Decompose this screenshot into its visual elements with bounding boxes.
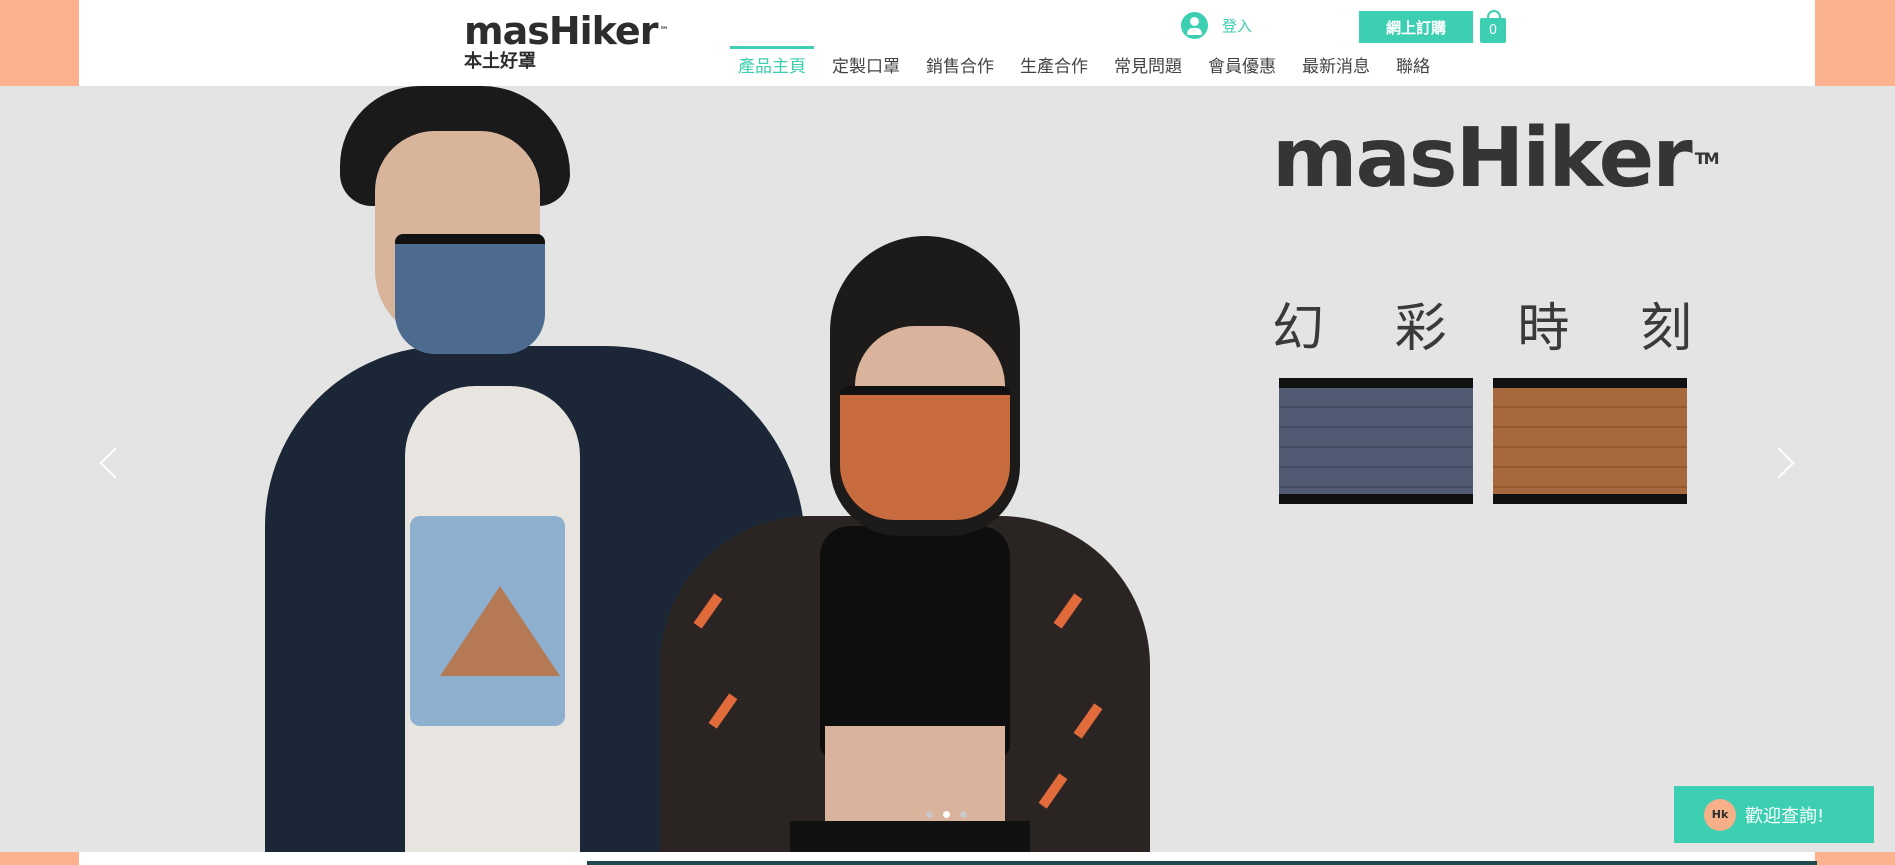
main-nav: 產品主頁 定製口罩 銷售合作 生產合作 常見問題 會員優惠 最新消息 聯絡 <box>730 46 1448 81</box>
nav-item-news[interactable]: 最新消息 <box>1294 46 1378 81</box>
slide-dot[interactable] <box>960 811 967 818</box>
chat-widget-button[interactable]: Hk 歡迎查詢! <box>1674 786 1874 843</box>
site-header: masHiker ™ 本土好罩 產品主頁 定製口罩 銷售合作 生產合作 常見問題 … <box>79 0 1815 86</box>
tagline-char: 時 <box>1517 299 1570 359</box>
tagline-char: 彩 <box>1394 299 1447 359</box>
logo-wordmark: masHiker <box>464 9 658 53</box>
bottom-strip <box>0 852 1895 865</box>
right-side-panel <box>1815 0 1895 86</box>
chat-logo-icon: Hk <box>1704 798 1736 831</box>
login-label: 登入 <box>1222 17 1253 35</box>
cart-count: 0 <box>1488 23 1498 38</box>
slide-next-icon[interactable] <box>1763 447 1795 479</box>
nav-item-sales-partnership[interactable]: 銷售合作 <box>918 46 1002 81</box>
slide-dot[interactable] <box>943 811 950 818</box>
slide-indicators <box>926 811 967 818</box>
nav-item-faq[interactable]: 常見問題 <box>1106 46 1190 81</box>
tagline-char: 刻 <box>1639 299 1692 359</box>
hero-brand-tm: TM <box>1694 149 1720 168</box>
login-button[interactable]: 登入 <box>1181 12 1252 39</box>
order-online-button[interactable]: 網上訂購 <box>1359 11 1473 43</box>
logo-trademark: ™ <box>659 26 668 36</box>
nav-item-contact[interactable]: 聯絡 <box>1388 46 1438 81</box>
tagline-char: 幻 <box>1272 299 1325 359</box>
mask-swatch-grey <box>1279 378 1473 504</box>
site-logo[interactable]: masHiker ™ 本土好罩 <box>464 9 668 72</box>
nav-item-products[interactable]: 產品主頁 <box>730 46 814 81</box>
left-side-panel <box>0 0 79 86</box>
slide-dot[interactable] <box>926 811 933 818</box>
chat-label: 歡迎查詢! <box>1745 805 1825 827</box>
hero-tagline: 幻 彩 時 刻 <box>1272 286 1692 361</box>
hero-brand-logo: masHiker TM <box>1272 118 1720 200</box>
mask-swatch-orange <box>1493 378 1687 504</box>
logo-subtitle: 本土好罩 <box>464 51 536 72</box>
cart-button[interactable]: 0 <box>1479 9 1507 43</box>
hero-brand-word: masHiker <box>1272 111 1693 206</box>
hero-slideshow: masHiker TM 幻 彩 時 刻 <box>0 86 1895 852</box>
slide-prev-icon[interactable] <box>99 447 131 479</box>
user-icon <box>1181 12 1208 39</box>
nav-item-custom-masks[interactable]: 定製口罩 <box>824 46 908 81</box>
nav-item-production-partnership[interactable]: 生產合作 <box>1012 46 1096 81</box>
nav-item-member-offers[interactable]: 會員優惠 <box>1200 46 1284 81</box>
